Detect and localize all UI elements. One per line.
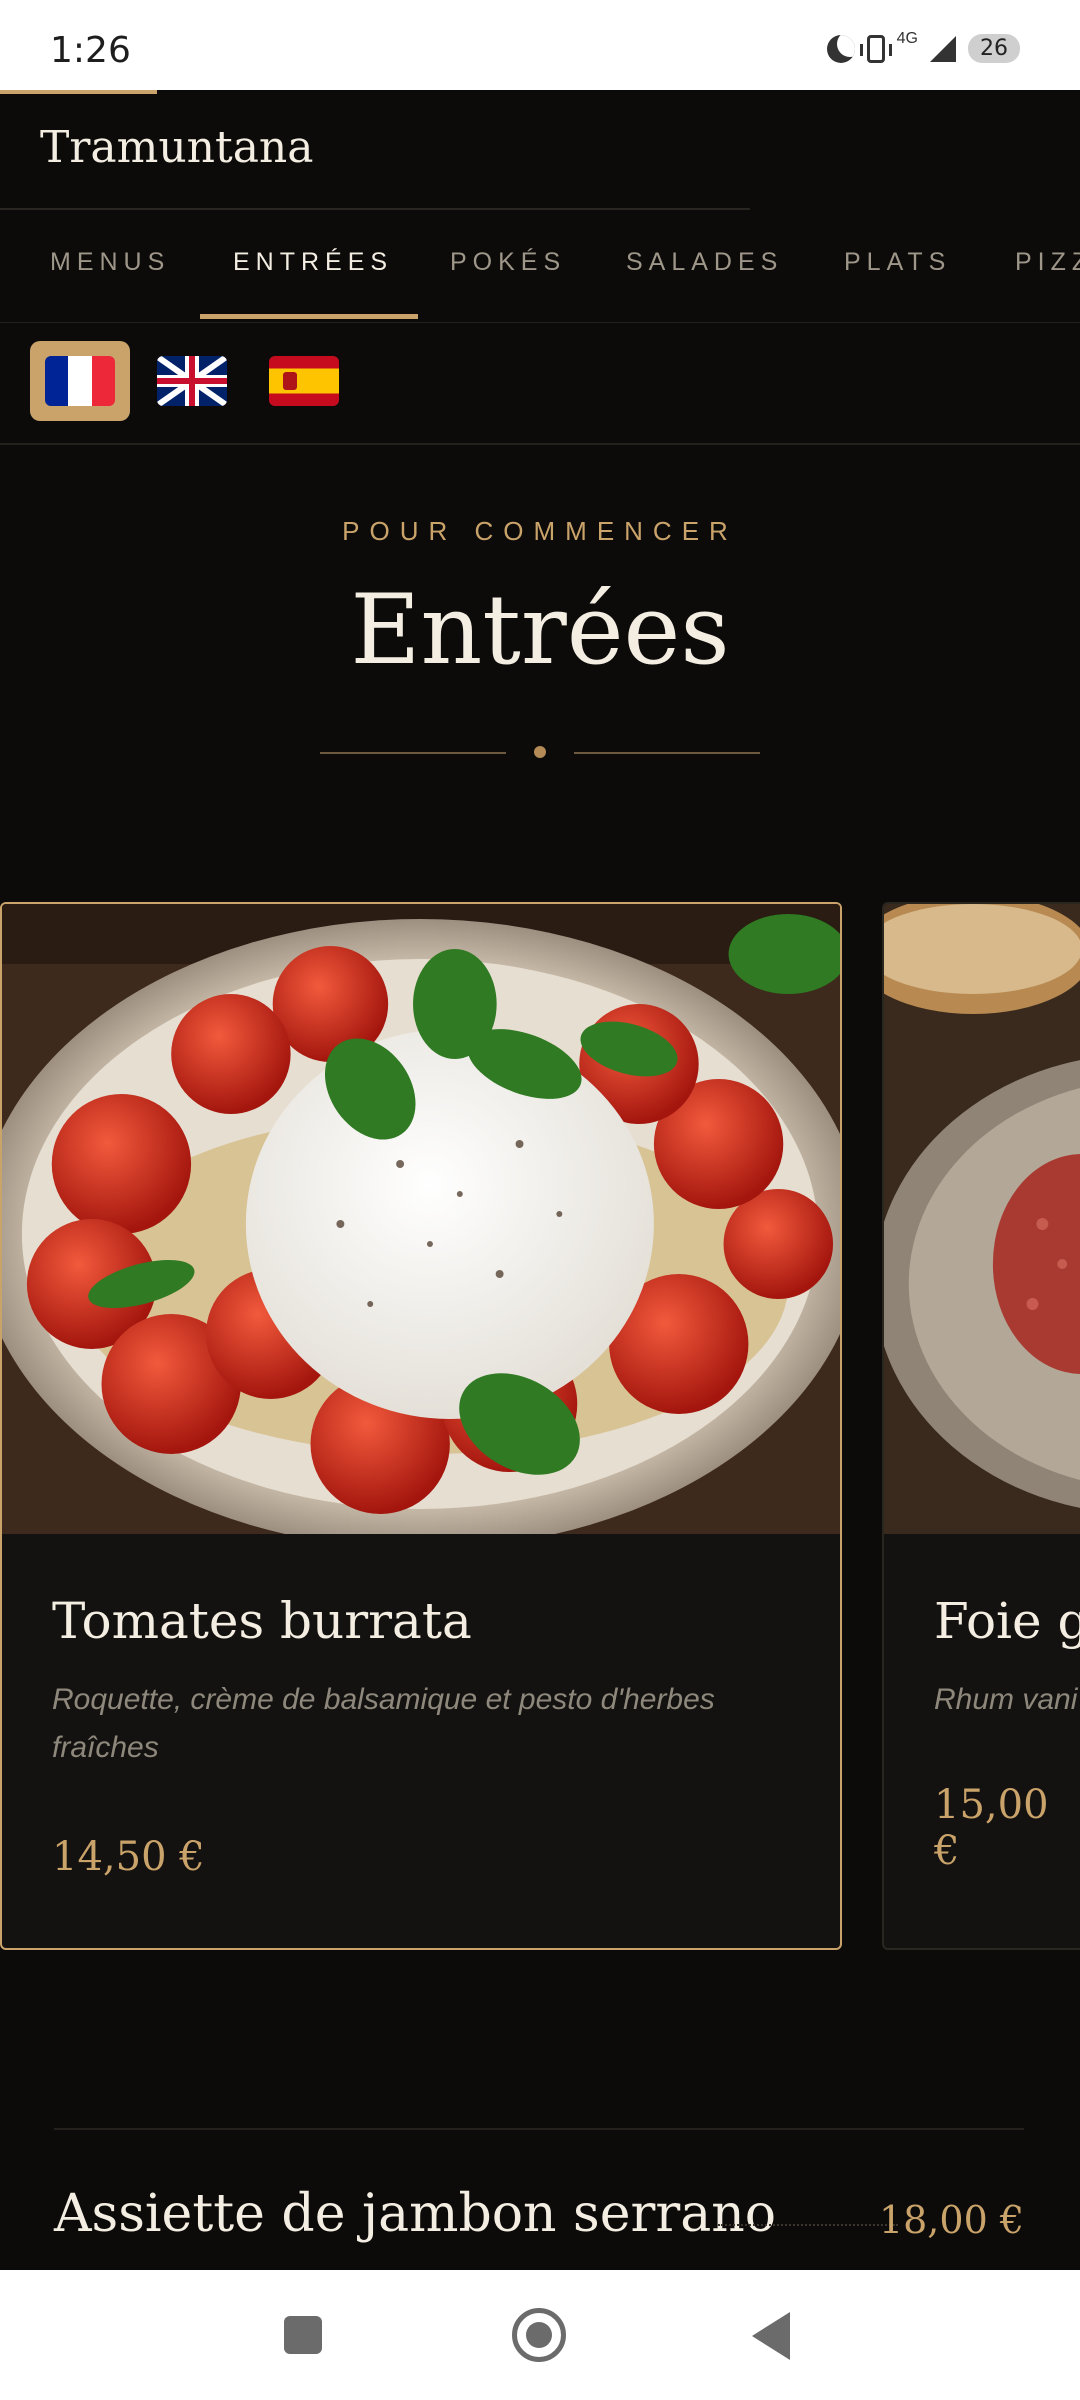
burrata-tomatoes-photo: [2, 904, 840, 1534]
tab-plats[interactable]: PLATS: [844, 248, 951, 277]
tab-menus[interactable]: MENUS: [50, 248, 170, 277]
tab-pizzas[interactable]: PIZZ: [1015, 248, 1080, 277]
dish-price: 15,00 €: [934, 1782, 1049, 1874]
dish-description: Rhum vani: [934, 1683, 1078, 1716]
list-divider: [54, 2128, 1024, 2130]
flag-france-icon: [45, 356, 115, 406]
back-icon[interactable]: [752, 2312, 790, 2360]
list-item-name: Assiette de jambon serrano: [54, 2184, 777, 2244]
language-english-button[interactable]: [142, 341, 242, 421]
flag-spain-icon: [269, 356, 339, 406]
status-bar: 1:26 4G 26: [0, 0, 1080, 90]
dish-card[interactable]: Tomates burrata Roquette, crème de balsa…: [0, 902, 842, 1950]
dish-name: Tomates burrata: [52, 1592, 472, 1650]
recent-apps-icon[interactable]: [284, 2316, 322, 2354]
language-french-button[interactable]: [30, 341, 130, 421]
section-eyebrow: POUR COMMENCER: [342, 516, 738, 546]
battery-indicator: 26: [968, 34, 1020, 63]
section-title: Entrées: [350, 574, 730, 686]
active-tab-indicator: [200, 314, 418, 319]
header-accent-bar: [0, 90, 157, 94]
system-navigation-bar: [0, 2270, 1080, 2400]
home-icon[interactable]: [512, 2308, 566, 2362]
restaurant-logo[interactable]: Tramuntana: [40, 122, 314, 173]
dish-card[interactable]: Foie gr Rhum vani 15,00 €: [882, 902, 1080, 1950]
vibrate-icon: [859, 34, 892, 63]
tab-entrees[interactable]: ENTRÉES: [233, 248, 393, 277]
category-tabs: MENUS ENTRÉES POKÉS SALADES PLATS PIZZ: [0, 212, 1080, 320]
dish-name: Foie gr: [934, 1592, 1080, 1650]
signal-icon: [930, 35, 956, 62]
list-item[interactable]: Assiette de jambon serrano 18,00 €: [54, 2180, 1024, 2260]
tab-salades[interactable]: SALADES: [626, 248, 783, 277]
language-selector: [0, 322, 1080, 445]
language-spanish-button[interactable]: [254, 341, 354, 421]
dotted-leader: [718, 2224, 898, 2226]
dish-price: 14,50 €: [52, 1834, 205, 1880]
tab-pokes[interactable]: POKÉS: [450, 248, 566, 277]
status-icons: 4G 26: [826, 30, 1020, 63]
status-time: 1:26: [50, 30, 131, 71]
flag-uk-icon: [157, 356, 227, 406]
steak-tartare-photo: [884, 904, 1080, 1534]
app-header: Tramuntana: [0, 90, 1080, 210]
title-divider-dot: [534, 746, 546, 758]
network-type: 4G: [896, 29, 918, 47]
title-divider-right: [574, 752, 760, 754]
header-divider: [0, 208, 750, 210]
list-item-price: 18,00 €: [878, 2198, 1024, 2242]
dish-description: Roquette, crème de balsamique et pesto d…: [52, 1683, 715, 1764]
do-not-disturb-icon: [826, 34, 855, 63]
title-divider-left: [320, 752, 506, 754]
